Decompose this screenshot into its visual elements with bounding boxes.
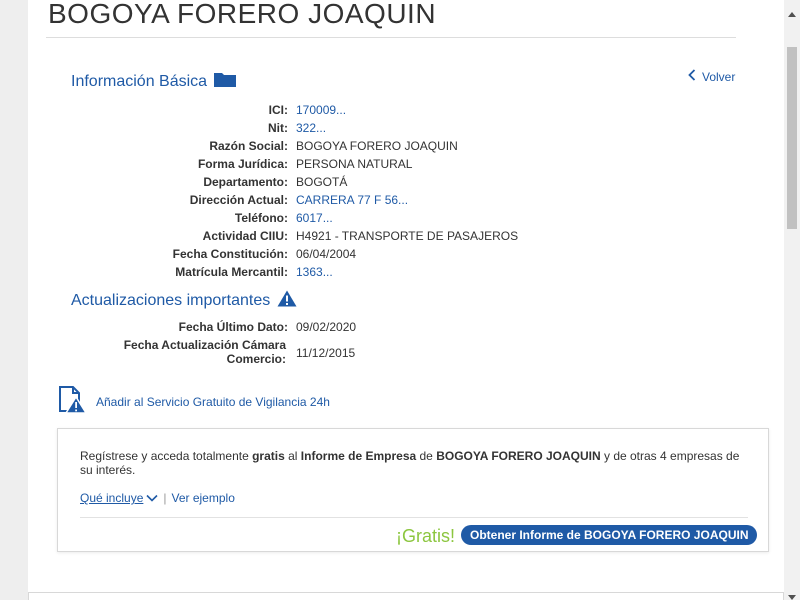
info-row: Teléfono: 6017... bbox=[28, 209, 800, 227]
info-row-value: BOGOTÁ bbox=[296, 175, 348, 189]
chamber-update-value: 11/12/2015 bbox=[296, 346, 356, 360]
promo-text-report: Informe de Empresa bbox=[300, 449, 417, 463]
chamber-update-row: Fecha Actualización Cámara Comercio: 11/… bbox=[28, 338, 800, 368]
info-row: Forma Jurídica: PERSONA NATURAL bbox=[28, 155, 800, 173]
chevron-down-icon bbox=[146, 494, 158, 502]
info-row-label: Razón Social: bbox=[209, 139, 288, 153]
info-row-value[interactable]: 322... bbox=[296, 121, 326, 135]
promo-text-company: BOGOYA FORERO JOAQUIN bbox=[436, 449, 601, 463]
last-data-value: 09/02/2020 bbox=[296, 320, 357, 334]
scroll-up-arrow-icon[interactable] bbox=[788, 4, 796, 22]
info-row-label: Actividad CIIU: bbox=[202, 229, 288, 243]
report-promo-card: Regístrese y acceda totalmente gratis al… bbox=[57, 428, 769, 552]
info-row-value: BOGOYA FORERO JOAQUIN bbox=[296, 139, 458, 153]
promo-text-free: gratis bbox=[252, 449, 285, 463]
vigilance-service-label: Añadir al Servicio Gratuito de Vigilanci… bbox=[96, 394, 330, 409]
folder-icon bbox=[214, 72, 237, 92]
info-row-label: Departamento: bbox=[203, 175, 288, 189]
main-panel: BOGOYA FORERO JOAQUIN Información Básica… bbox=[28, 0, 784, 600]
promo-description: Regístrese y acceda totalmente gratis al… bbox=[80, 449, 750, 477]
last-data-row: Fecha Último Dato: 09/02/2020 bbox=[28, 318, 800, 336]
link-separator: | bbox=[163, 491, 167, 505]
info-row-value[interactable]: 1363... bbox=[296, 265, 333, 279]
title-divider bbox=[46, 37, 736, 38]
updates-title: Actualizaciones importantes bbox=[71, 292, 271, 309]
info-row: Dirección Actual: CARRERA 77 F 56... bbox=[28, 191, 800, 209]
back-link[interactable]: Volver bbox=[688, 69, 735, 84]
info-row: Matrícula Mercantil: 1363... bbox=[28, 263, 800, 281]
info-row: ICI: 170009... bbox=[28, 101, 800, 119]
basic-info-title: Información Básica bbox=[71, 73, 208, 90]
info-row-label: Matrícula Mercantil: bbox=[175, 265, 288, 279]
page-title: BOGOYA FORERO JOAQUIN bbox=[48, 0, 437, 29]
chevron-left-icon bbox=[688, 69, 696, 84]
promo-links: Qué incluye | Ver ejemplo bbox=[80, 491, 235, 505]
info-row-value: 06/04/2004 bbox=[296, 247, 357, 261]
chamber-update-label: Fecha Actualización Cámara Comercio: bbox=[28, 338, 286, 366]
info-row: Departamento: BOGOTÁ bbox=[28, 173, 800, 191]
promo-divider bbox=[80, 517, 748, 518]
scroll-down-arrow-icon[interactable] bbox=[788, 587, 796, 600]
basic-info-heading: Información Básica bbox=[71, 72, 237, 92]
view-example-link[interactable]: Ver ejemplo bbox=[172, 491, 235, 505]
whats-included-link[interactable]: Qué incluye bbox=[80, 491, 158, 505]
info-row: Nit: 322... bbox=[28, 119, 800, 137]
chamber-update-label-line2: Comercio: bbox=[226, 352, 286, 366]
chamber-update-label-line1: Fecha Actualización Cámara bbox=[123, 338, 286, 352]
info-row-value[interactable]: 170009... bbox=[296, 103, 346, 117]
info-row-label: Fecha Constitución: bbox=[172, 247, 288, 261]
back-link-label: Volver bbox=[702, 69, 736, 84]
info-row-value[interactable]: 6017... bbox=[296, 211, 333, 225]
info-row-value[interactable]: CARRERA 77 F 56... bbox=[296, 193, 408, 207]
document-alert-icon bbox=[57, 384, 88, 419]
promo-text: de bbox=[416, 449, 437, 463]
info-row-label: Teléfono: bbox=[234, 211, 288, 225]
info-row-label: Dirección Actual: bbox=[189, 193, 288, 207]
info-row-value: H4921 - TRANSPORTE DE PASAJEROS bbox=[296, 229, 519, 243]
updates-heading: Actualizaciones importantes bbox=[71, 290, 297, 312]
promo-text: Regístrese y acceda totalmente bbox=[80, 449, 253, 463]
vertical-scrollbar[interactable] bbox=[784, 0, 800, 600]
info-row: Razón Social: BOGOYA FORERO JOAQUIN bbox=[28, 137, 800, 155]
info-row-label: Forma Jurídica: bbox=[197, 157, 288, 171]
free-label: ¡Gratis! bbox=[396, 526, 456, 546]
info-row-label: Nit: bbox=[268, 121, 288, 135]
promo-text: al bbox=[284, 449, 301, 463]
scrollbar-thumb[interactable] bbox=[787, 47, 797, 229]
next-card bbox=[28, 592, 784, 600]
last-data-label: Fecha Último Dato: bbox=[178, 320, 288, 334]
vigilance-service-link[interactable]: Añadir al Servicio Gratuito de Vigilanci… bbox=[57, 384, 330, 419]
info-row: Actividad CIIU: H4921 - TRANSPORTE DE PAS… bbox=[28, 227, 800, 245]
whats-included-label: Qué incluye bbox=[80, 491, 144, 505]
info-row-value: PERSONA NATURAL bbox=[296, 157, 413, 171]
get-report-button[interactable]: Obtener Informe de BOGOYA FORERO JOAQUIN bbox=[461, 525, 758, 545]
warning-icon bbox=[277, 290, 297, 312]
info-row: Fecha Constitución: 06/04/2004 bbox=[28, 245, 800, 263]
info-row-label: ICI: bbox=[268, 103, 288, 117]
